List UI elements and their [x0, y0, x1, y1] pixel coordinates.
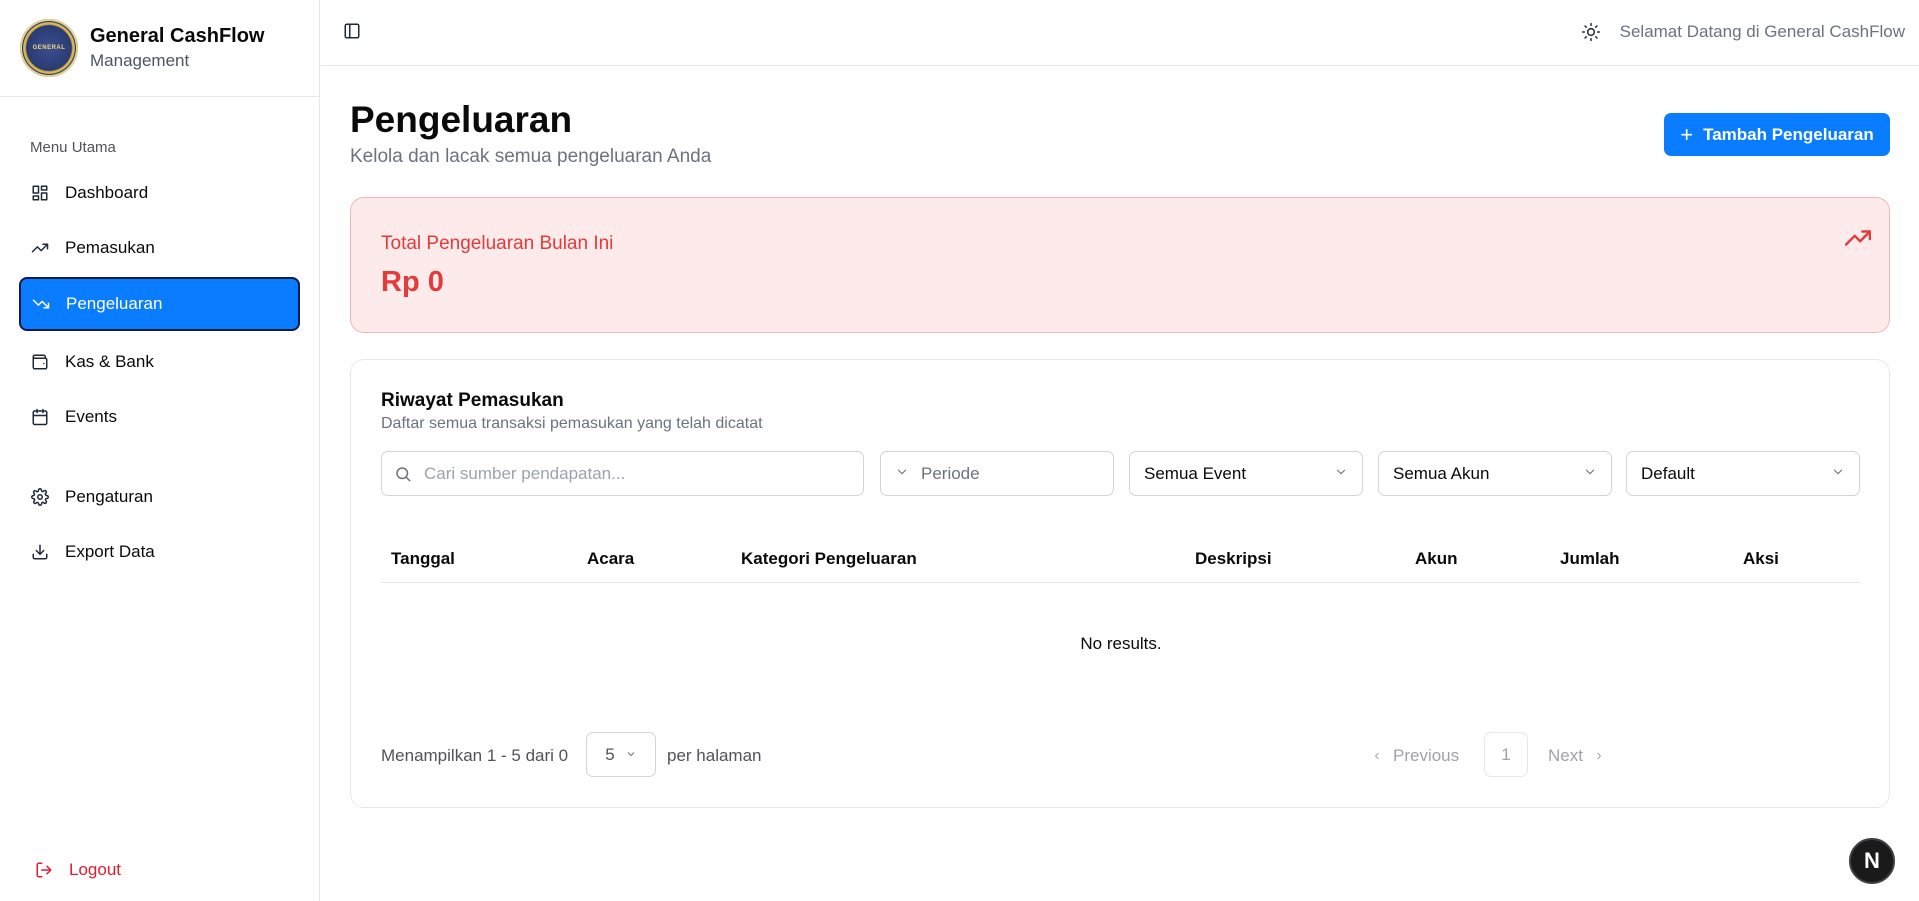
page-number-button[interactable]: 1 [1484, 732, 1528, 777]
nextjs-dev-badge[interactable]: N [1849, 838, 1895, 884]
panel-toggle-icon[interactable] [343, 22, 363, 42]
summary-card: Total Pengeluaran Bulan Ini Rp 0 [350, 197, 1890, 333]
sidebar-item-label: Kas & Bank [65, 352, 154, 371]
add-expense-button[interactable]: + Tambah Pengeluaran [1664, 113, 1890, 156]
chevron-down-icon [625, 745, 637, 765]
sidebar-item-pengeluaran[interactable]: Pengeluaran [19, 277, 300, 331]
sidebar: GENERAL General CashFlow Management Menu… [0, 0, 320, 901]
summary-value: Rp 0 [381, 266, 444, 298]
dashboard-icon [30, 183, 50, 203]
download-icon [30, 542, 50, 562]
history-card: Riwayat Pemasukan Daftar semua transaksi… [350, 359, 1890, 808]
per-page-label: per halaman [667, 746, 762, 765]
chevron-right-icon [1597, 752, 1602, 760]
per-page-value: 5 [605, 744, 615, 764]
sidebar-item-label: Events [65, 407, 117, 426]
per-page-select[interactable]: 5 [586, 732, 656, 777]
sidebar-item-pengaturan[interactable]: Pengaturan [20, 471, 299, 523]
chevron-down-icon [1334, 464, 1348, 484]
account-filter[interactable]: Semua Akun [1378, 451, 1612, 496]
chevron-down-icon [1831, 464, 1845, 484]
previous-label: Previous [1393, 746, 1460, 765]
trending-down-icon [31, 294, 51, 314]
column-header-kategori[interactable]: Kategori Pengeluaran [741, 549, 917, 569]
column-header-jumlah[interactable]: Jumlah [1560, 549, 1620, 569]
sun-icon[interactable] [1581, 22, 1601, 42]
logo-text: GENERAL [32, 45, 66, 51]
sort-filter[interactable]: Default [1626, 451, 1860, 496]
sort-filter-label: Default [1641, 463, 1695, 483]
logo: GENERAL [20, 19, 78, 77]
chevron-down-icon [1583, 464, 1597, 484]
next-label: Next [1548, 746, 1583, 765]
menu-section-label: Menu Utama [30, 139, 116, 156]
event-filter[interactable]: Semua Event [1129, 451, 1363, 496]
search-icon [396, 466, 411, 481]
column-header-tanggal[interactable]: Tanggal [391, 549, 455, 569]
column-header-acara[interactable]: Acara [587, 549, 634, 569]
account-filter-label: Semua Akun [1393, 463, 1490, 483]
history-title: Riwayat Pemasukan [381, 390, 564, 411]
summary-label: Total Pengeluaran Bulan Ini [381, 233, 614, 254]
sidebar-item-dashboard[interactable]: Dashboard [20, 167, 299, 219]
previous-page-button[interactable]: Previous [1371, 746, 1459, 766]
period-filter-label: Periode [921, 463, 980, 483]
table-header-divider [381, 582, 1860, 583]
gear-icon [30, 487, 50, 507]
pagination-summary: Menampilkan 1 - 5 dari 0 [381, 746, 569, 765]
column-header-deskripsi[interactable]: Deskripsi [1195, 549, 1272, 569]
next-page-button[interactable]: Next [1548, 746, 1605, 766]
trending-up-icon [30, 238, 50, 258]
logout-button[interactable]: Logout [24, 850, 174, 890]
plus-icon: + [1680, 121, 1694, 147]
column-header-akun[interactable]: Akun [1415, 549, 1458, 569]
sidebar-item-label: Pengeluaran [66, 294, 163, 313]
welcome-text: Selamat Datang di General CashFlow [1619, 22, 1905, 41]
column-header-aksi: Aksi [1743, 549, 1779, 568]
search-field[interactable] [381, 451, 864, 496]
sidebar-item-label: Pemasukan [65, 238, 155, 257]
brand-title: General CashFlow [90, 25, 265, 47]
logout-label: Logout [69, 860, 121, 879]
period-filter[interactable]: Periode [880, 451, 1114, 496]
empty-state: No results. [1080, 634, 1162, 653]
add-expense-label: Tambah Pengeluaran [1703, 124, 1874, 144]
calendar-icon [30, 407, 50, 427]
sidebar-item-pemasukan[interactable]: Pemasukan [20, 222, 299, 274]
brand-subtitle: Management [90, 51, 190, 70]
wallet-icon [30, 352, 50, 372]
topbar: Selamat Datang di General CashFlow [321, 0, 1919, 66]
page-title: Pengeluaran [350, 99, 573, 140]
trending-up-icon [1844, 228, 1872, 248]
sidebar-item-label: Export Data [65, 542, 155, 561]
search-input[interactable] [424, 463, 844, 484]
sidebar-item-label: Dashboard [65, 183, 149, 202]
sidebar-item-events[interactable]: Events [20, 391, 299, 443]
sidebar-item-export-data[interactable]: Export Data [20, 526, 299, 578]
history-subtitle: Daftar semua transaksi pemasukan yang te… [381, 415, 763, 432]
event-filter-label: Semua Event [1144, 463, 1247, 483]
brand[interactable]: GENERAL General CashFlow Management [0, 0, 319, 97]
sidebar-item-label: Pengaturan [65, 487, 153, 506]
logout-icon [34, 860, 54, 880]
page-subtitle: Kelola dan lacak semua pengeluaran Anda [350, 146, 712, 167]
chevron-down-icon [895, 464, 909, 484]
chevron-left-icon [1374, 752, 1379, 760]
sidebar-item-kas-bank[interactable]: Kas & Bank [20, 336, 299, 388]
